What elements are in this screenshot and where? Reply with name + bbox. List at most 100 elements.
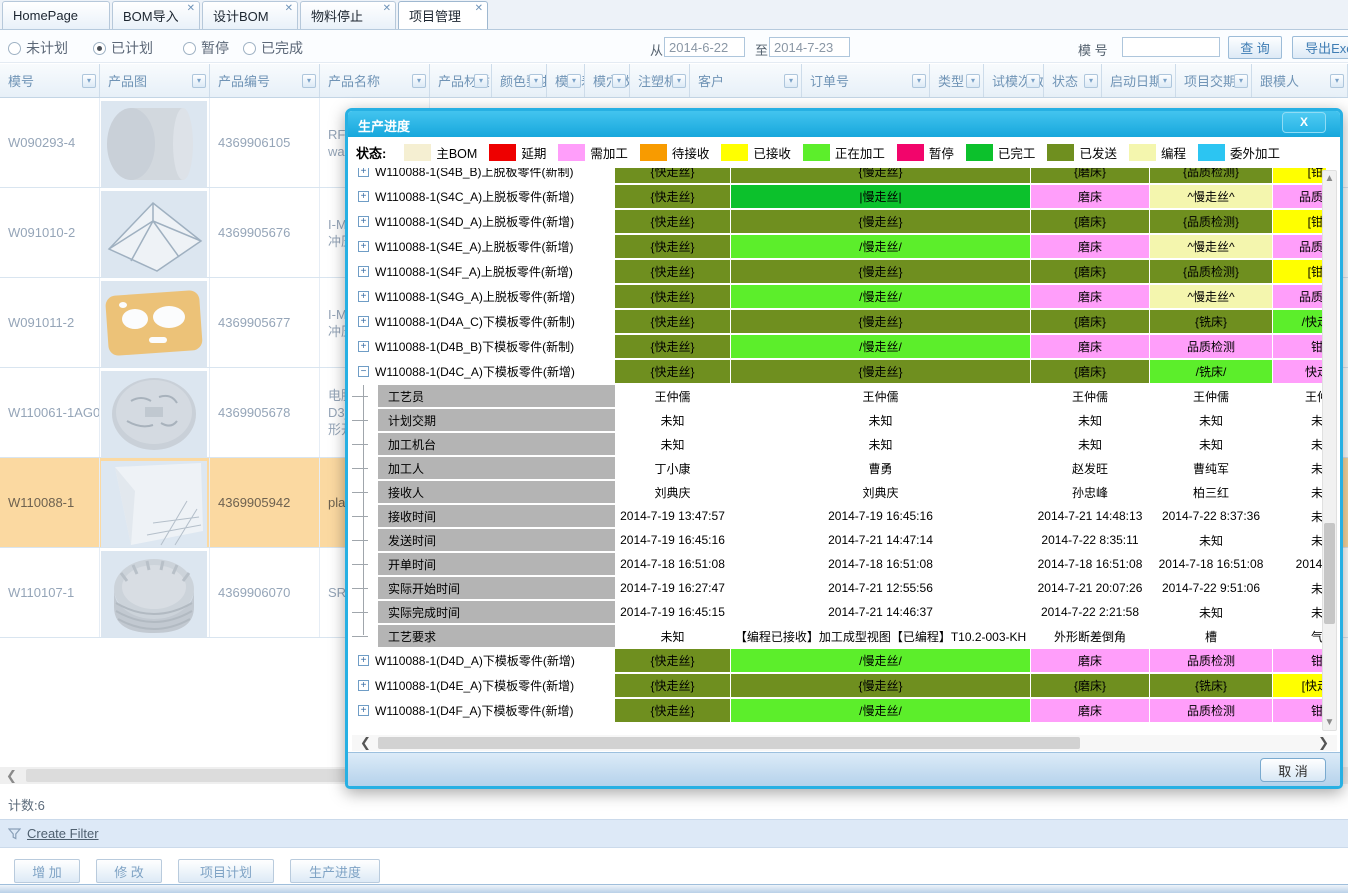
add-button[interactable]: 增 加 <box>14 859 80 883</box>
tab-item[interactable]: 项目管理✕ <box>398 1 488 29</box>
tree-row[interactable]: +W110088-1(D4A_C)下模板零件(新制){快走丝}{慢走丝}{磨床}… <box>352 310 1326 333</box>
tab-item[interactable]: BOM导入✕ <box>112 1 200 29</box>
column-filter-dropdown-icon[interactable]: ▾ <box>529 74 543 88</box>
tree-row[interactable]: +W110088-1(S4F_A)上脱板零件(新增){快走丝}{慢走丝}{磨床}… <box>352 260 1326 283</box>
column-header: 订单号▾ <box>802 64 930 97</box>
mold-no-cell: W091011-2 <box>0 278 100 367</box>
status-radio[interactable]: 已计划 <box>93 38 153 58</box>
scrollbar-thumb[interactable] <box>378 737 1080 749</box>
bottom-strip <box>0 884 1348 893</box>
detail-value: 赵发旺 <box>1031 457 1149 479</box>
tree-row[interactable]: +W110088-1(D4B_B)下模板零件(新制){快走丝}/慢走丝/磨床品质… <box>352 335 1326 358</box>
radio-circle-icon[interactable] <box>8 42 21 55</box>
column-filter-dropdown-icon[interactable]: ▾ <box>82 74 96 88</box>
column-filter-dropdown-icon[interactable]: ▾ <box>412 74 426 88</box>
column-filter-dropdown-icon[interactable]: ▾ <box>1026 74 1040 88</box>
close-tab-icon[interactable]: ✕ <box>475 4 483 14</box>
date-to-input[interactable] <box>769 37 850 57</box>
modify-button[interactable]: 修 改 <box>96 859 162 883</box>
process-cell: {快走丝} <box>615 699 730 722</box>
column-header: 试模次数▾ <box>984 64 1044 97</box>
column-filter-dropdown-icon[interactable]: ▾ <box>966 74 980 88</box>
column-filter-dropdown-icon[interactable]: ▾ <box>912 74 926 88</box>
column-filter-dropdown-icon[interactable]: ▾ <box>672 74 686 88</box>
close-tab-icon[interactable]: ✕ <box>383 4 391 14</box>
tree-row[interactable]: +W110088-1(S4C_A)上脱板零件(新增){快走丝}|慢走丝|磨床^慢… <box>352 185 1326 208</box>
dialog-horizontal-scrollbar[interactable]: ❮ ❯ <box>352 735 1337 751</box>
expand-icon[interactable]: + <box>358 291 369 302</box>
tab-item[interactable]: 设计BOM ✕ <box>202 1 298 29</box>
tree-cell: + W110088-1(S4E_A)上脱板零件(新增) <box>352 235 615 258</box>
expand-icon[interactable]: + <box>358 341 369 352</box>
scroll-down-icon[interactable]: ▼ <box>1323 717 1336 728</box>
date-from-input[interactable] <box>664 37 745 57</box>
expand-icon[interactable]: + <box>358 241 369 252</box>
legend-item-label: 编程 <box>1161 143 1186 162</box>
export-excel-button[interactable]: 导出Excel <box>1292 36 1348 59</box>
tab-item[interactable]: 物料停止 ✕ <box>300 1 396 29</box>
dialog-vertical-scrollbar[interactable]: ▲ ▼ <box>1322 170 1337 731</box>
project-plan-button[interactable]: 项目计划 <box>178 859 274 883</box>
tree-row[interactable]: +W110088-1(D4D_A)下模板零件(新增){快走丝}/慢走丝/磨床品质… <box>352 649 1326 672</box>
expand-icon[interactable]: + <box>358 705 369 716</box>
radio-circle-icon[interactable] <box>183 42 196 55</box>
tree-row[interactable]: +W110088-1(S4G_A)上脱板零件(新增){快走丝}/慢走丝/磨床^慢… <box>352 285 1326 308</box>
tree-row[interactable]: −W110088-1(D4C_A)下模板零件(新增){快走丝}{慢走丝}{磨床}… <box>352 360 1326 383</box>
detail-label: 工艺员 <box>378 385 615 407</box>
tab-homepage[interactable]: HomePage <box>2 1 110 29</box>
production-progress-button[interactable]: 生产进度 <box>290 859 380 883</box>
search-button[interactable]: 查 询 <box>1228 36 1282 59</box>
tab-label: 物料停止 <box>311 6 363 25</box>
column-filter-dropdown-icon[interactable]: ▾ <box>1330 74 1344 88</box>
scroll-up-icon[interactable]: ▲ <box>1323 173 1336 184</box>
column-filter-dropdown-icon[interactable]: ▾ <box>567 74 581 88</box>
status-radio[interactable]: 已完成 <box>243 38 303 58</box>
radio-circle-icon[interactable] <box>93 42 106 55</box>
column-filter-dropdown-icon[interactable]: ▾ <box>1234 74 1248 88</box>
detail-label: 发送时间 <box>378 529 615 551</box>
close-tab-icon[interactable]: ✕ <box>187 4 195 14</box>
process-cell: 品质检测 <box>1150 649 1272 672</box>
product-no-cell: 4369905678 <box>210 368 320 457</box>
scroll-right-icon[interactable]: ❯ <box>1318 735 1329 751</box>
tree-row[interactable]: +W110088-1(S4E_A)上脱板零件(新增){快走丝}/慢走丝/磨床^慢… <box>352 235 1326 258</box>
scrollbar-thumb[interactable] <box>1324 523 1335 624</box>
close-tab-icon[interactable]: ✕ <box>285 4 293 14</box>
mold-no-input[interactable] <box>1122 37 1220 57</box>
column-filter-dropdown-icon[interactable]: ▾ <box>192 74 206 88</box>
status-radio[interactable]: 暂停 <box>183 38 229 58</box>
column-header: 状态▾ <box>1044 64 1102 97</box>
status-radio[interactable]: 未计划 <box>8 38 68 58</box>
close-icon[interactable]: X <box>1282 112 1326 133</box>
column-filter-dropdown-icon[interactable]: ▾ <box>1084 74 1098 88</box>
product-image <box>101 371 207 457</box>
collapse-icon[interactable]: − <box>358 366 369 377</box>
scroll-left-icon[interactable]: ❮ <box>360 735 371 751</box>
tree-row[interactable]: +W110088-1(D4E_A)下模板零件(新增){快走丝}{慢走丝}{磨床}… <box>352 674 1326 697</box>
expand-icon[interactable]: + <box>358 316 369 327</box>
column-filter-dropdown-icon[interactable]: ▾ <box>784 74 798 88</box>
expand-icon[interactable]: + <box>358 266 369 277</box>
cancel-button[interactable]: 取 消 <box>1260 758 1326 782</box>
detail-value: 气孔 <box>1273 625 1326 647</box>
tree-row[interactable]: +W110088-1(D4F_A)下模板零件(新增){快走丝}/慢走丝/磨床品质… <box>352 699 1326 722</box>
detail-value: 未知 <box>1273 433 1326 455</box>
column-filter-dropdown-icon[interactable]: ▾ <box>1158 74 1172 88</box>
tree-row[interactable]: +W110088-1(S4B_B)上脱板零件(新制){快走丝}{慢走丝}{磨床}… <box>352 168 1326 183</box>
create-filter-link[interactable]: Create Filter <box>27 826 99 841</box>
part-label: W110088-1(S4E_A)上脱板零件(新增) <box>375 238 574 255</box>
tab-label: 设计BOM <box>213 6 269 25</box>
action-bar: 增 加 修 改 项目计划 生产进度 <box>0 855 1348 884</box>
column-filter-dropdown-icon[interactable]: ▾ <box>612 74 626 88</box>
expand-icon[interactable]: + <box>358 168 369 177</box>
expand-icon[interactable]: + <box>358 216 369 227</box>
expand-icon[interactable]: + <box>358 191 369 202</box>
column-header-label: 产品名称 <box>328 71 380 90</box>
scroll-left-icon[interactable]: ❮ <box>6 768 17 784</box>
column-filter-dropdown-icon[interactable]: ▾ <box>302 74 316 88</box>
tree-row[interactable]: +W110088-1(S4D_A)上脱板零件(新增){快走丝}{慢走丝}{磨床}… <box>352 210 1326 233</box>
expand-icon[interactable]: + <box>358 680 369 691</box>
column-filter-dropdown-icon[interactable]: ▾ <box>474 74 488 88</box>
expand-icon[interactable]: + <box>358 655 369 666</box>
radio-circle-icon[interactable] <box>243 42 256 55</box>
